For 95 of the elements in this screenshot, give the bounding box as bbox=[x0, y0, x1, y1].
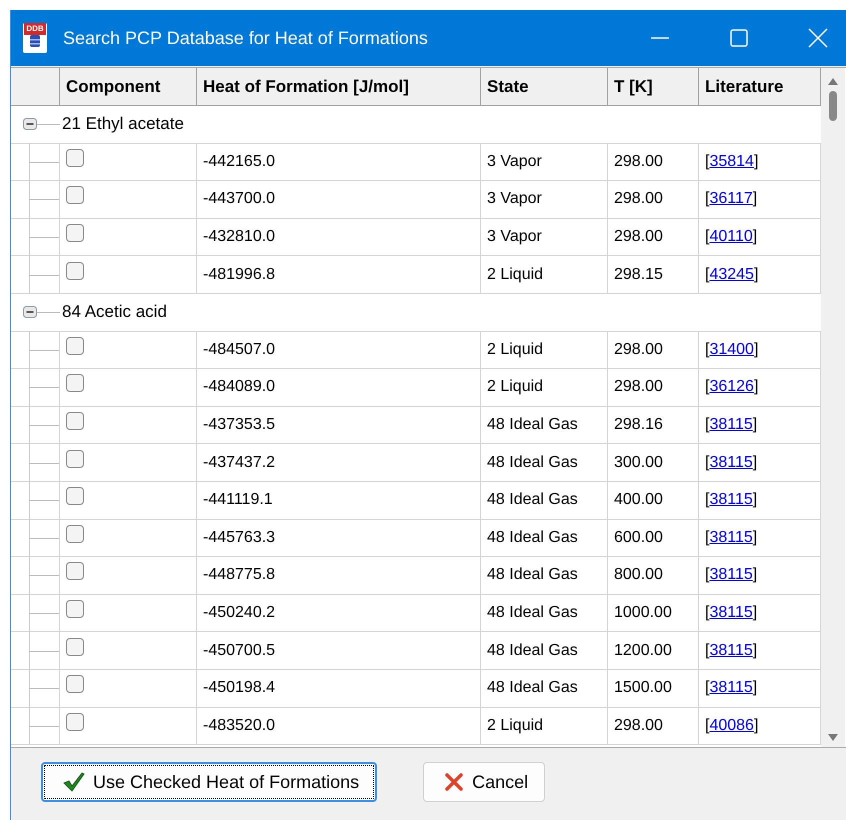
table-cell: -432810.0 bbox=[203, 228, 276, 246]
literature-link[interactable]: [31400] bbox=[705, 340, 758, 359]
maximize-icon[interactable] bbox=[730, 29, 748, 47]
checkbox[interactable] bbox=[66, 148, 84, 167]
checkbox[interactable] bbox=[66, 224, 84, 242]
collapse-icon[interactable] bbox=[23, 118, 37, 130]
table-cell: 2 Liquid bbox=[487, 378, 544, 396]
table-cell: -484507.0 bbox=[203, 340, 276, 359]
literature-link[interactable]: [36117] bbox=[705, 190, 758, 208]
table-cell: 800.00 bbox=[614, 566, 663, 584]
table-cell: 600.00 bbox=[614, 528, 663, 547]
cross-icon bbox=[444, 772, 464, 792]
table-cell: 298.00 bbox=[614, 152, 663, 171]
checkbox[interactable] bbox=[66, 675, 84, 694]
table-cell: -441119.1 bbox=[203, 491, 273, 510]
literature-link[interactable]: [43245] bbox=[705, 266, 758, 284]
table-cell: -450240.2 bbox=[203, 604, 276, 622]
table-cell: 298.00 bbox=[614, 716, 663, 735]
checkbox[interactable] bbox=[66, 600, 84, 618]
literature-link[interactable]: [40110] bbox=[705, 228, 758, 246]
checkbox[interactable] bbox=[66, 524, 84, 543]
table-cell: 48 Ideal Gas bbox=[487, 454, 578, 472]
checkbox[interactable] bbox=[66, 412, 84, 430]
literature-link[interactable]: [35814] bbox=[705, 152, 758, 171]
group-label[interactable]: 21 Ethyl acetate bbox=[60, 106, 184, 143]
table-cell: 2 Liquid bbox=[487, 716, 544, 735]
table-cell: 298.00 bbox=[614, 228, 663, 246]
table-cell: 298.16 bbox=[614, 416, 663, 434]
table-cell: 300.00 bbox=[614, 454, 663, 472]
literature-link[interactable]: [38115] bbox=[705, 566, 758, 584]
scroll-down-icon[interactable] bbox=[828, 734, 838, 741]
literature-link[interactable]: [38115] bbox=[705, 416, 758, 434]
checkbox[interactable] bbox=[66, 487, 84, 506]
checkmark-icon bbox=[63, 772, 85, 792]
table-cell: 48 Ideal Gas bbox=[487, 679, 578, 698]
checkbox[interactable] bbox=[66, 712, 84, 731]
literature-link[interactable]: [38115] bbox=[705, 642, 758, 660]
column-header[interactable]: T [K] bbox=[608, 68, 699, 105]
literature-link[interactable]: [36126] bbox=[705, 378, 758, 396]
table-cell: -448775.8 bbox=[203, 566, 276, 584]
table-cell: -445763.3 bbox=[203, 528, 276, 547]
table-cell: 298.00 bbox=[614, 340, 663, 359]
group-label[interactable]: 84 Acetic acid bbox=[60, 294, 167, 331]
checkbox[interactable] bbox=[66, 336, 84, 355]
checkbox[interactable] bbox=[66, 262, 84, 280]
literature-link[interactable]: [38115] bbox=[705, 604, 758, 622]
checkbox[interactable] bbox=[66, 562, 84, 580]
app-icon: DDB bbox=[23, 23, 47, 53]
table-cell: 48 Ideal Gas bbox=[487, 566, 578, 584]
scrollbar-thumb[interactable] bbox=[829, 91, 837, 121]
column-header[interactable]: State bbox=[481, 68, 608, 105]
table-cell: -450198.4 bbox=[203, 679, 276, 698]
table-cell: -442165.0 bbox=[203, 152, 276, 171]
table-cell: 3 Vapor bbox=[487, 152, 542, 171]
scroll-up-icon[interactable] bbox=[828, 78, 838, 85]
column-header[interactable]: Component bbox=[60, 68, 197, 105]
collapse-icon[interactable] bbox=[23, 306, 37, 318]
table-cell: 1200.00 bbox=[614, 642, 672, 660]
checkbox[interactable] bbox=[66, 638, 84, 656]
table-cell: -450700.5 bbox=[203, 642, 276, 660]
table-cell: 48 Ideal Gas bbox=[487, 528, 578, 547]
checkbox[interactable] bbox=[66, 450, 84, 468]
table-cell: 48 Ideal Gas bbox=[487, 642, 578, 660]
table-cell: 298.15 bbox=[614, 266, 663, 284]
table-cell: 1500.00 bbox=[614, 679, 672, 698]
table-cell: -443700.0 bbox=[203, 190, 276, 208]
table-cell: -481996.8 bbox=[203, 266, 276, 284]
table-cell: 1000.00 bbox=[614, 604, 672, 622]
column-header[interactable]: Heat of Formation [J/mol] bbox=[197, 68, 481, 105]
use-checked-button[interactable]: Use Checked Heat of Formations bbox=[41, 762, 378, 802]
table-cell: -483520.0 bbox=[203, 716, 276, 735]
table-cell: 3 Vapor bbox=[487, 190, 542, 208]
literature-link[interactable]: [38115] bbox=[705, 528, 758, 547]
checkbox[interactable] bbox=[66, 186, 84, 204]
table-cell: 48 Ideal Gas bbox=[487, 491, 578, 510]
table-cell: -437353.5 bbox=[203, 416, 276, 434]
table-cell: 48 Ideal Gas bbox=[487, 416, 578, 434]
scrollbar[interactable] bbox=[821, 68, 845, 747]
table-cell: -437437.2 bbox=[203, 454, 276, 472]
checkbox[interactable] bbox=[66, 374, 84, 392]
close-icon[interactable] bbox=[808, 28, 828, 48]
literature-link[interactable]: [38115] bbox=[705, 454, 758, 472]
table-cell: 3 Vapor bbox=[487, 228, 542, 246]
table-cell: 2 Liquid bbox=[487, 340, 544, 359]
literature-link[interactable]: [38115] bbox=[705, 491, 758, 510]
table-cell: 2 Liquid bbox=[487, 266, 544, 284]
table-cell: 400.00 bbox=[614, 491, 663, 510]
table-cell: 298.00 bbox=[614, 190, 663, 208]
window-title: Search PCP Database for Heat of Formations bbox=[63, 28, 428, 48]
table-cell: 298.00 bbox=[614, 378, 663, 396]
table-cell: 48 Ideal Gas bbox=[487, 604, 578, 622]
literature-link[interactable]: [40086] bbox=[705, 716, 758, 735]
table-cell: -484089.0 bbox=[203, 378, 276, 396]
cancel-button[interactable]: Cancel bbox=[423, 762, 546, 802]
literature-link[interactable]: [38115] bbox=[705, 679, 758, 698]
